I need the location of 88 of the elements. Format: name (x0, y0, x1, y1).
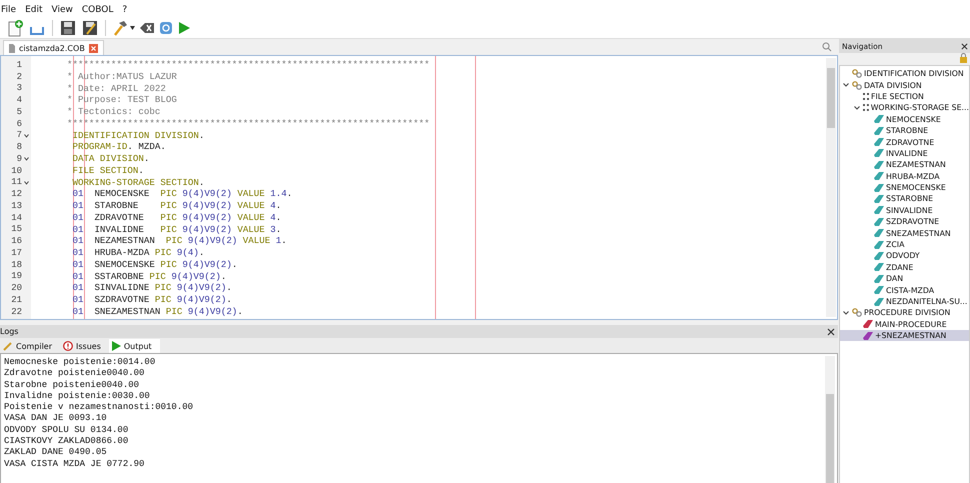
magnifier-icon[interactable] (822, 42, 832, 52)
play-icon (112, 341, 121, 351)
code-line: 01 HRUBA-MZDA PIC 9(4). (72, 247, 204, 259)
code-line: 01 SINVALIDNE PIC 9(4)V9(2). (72, 282, 232, 294)
caret-icon (130, 26, 135, 30)
line-number: 10 (11, 166, 22, 176)
grid-dots-icon (863, 92, 869, 100)
chevron-down-icon[interactable] (843, 310, 849, 315)
gears-icon (852, 69, 862, 78)
lock-icon[interactable] (959, 53, 968, 63)
close-icon[interactable] (827, 328, 835, 336)
gears-icon (852, 80, 862, 90)
build-dropdown[interactable] (112, 19, 135, 37)
close-icon[interactable] (961, 42, 968, 50)
code-line: WORKING-STORAGE SECTION. (72, 176, 204, 188)
line-number: 22 (11, 306, 22, 317)
line-number: 3 (16, 83, 22, 94)
line-number: 19 (11, 271, 22, 282)
code-line: IDENTIFICATION DIVISION. (72, 130, 204, 142)
run-icon[interactable] (177, 21, 191, 35)
line-number: 5 (16, 106, 22, 117)
output-line: CIASTKOVY ZAKLAD0866.00 (4, 436, 130, 448)
output-line: VASA DAN JE 0093.10 (4, 413, 108, 425)
line-number: 12 (11, 189, 22, 200)
code-line: 01 SNEZAMESTNAN PIC 9(4)V9(2). (72, 306, 243, 318)
code-line: 01 NEZAMESTNAN PIC 9(4)V9(2) VALUE 1. (72, 235, 287, 247)
code-line: 01 NEMOCENSKE PIC 9(4)V9(2) VALUE 1.4. (72, 188, 292, 200)
line-number: 11 (11, 177, 22, 188)
line-number: 7 (16, 130, 22, 140)
line-number: 17 (11, 248, 22, 258)
line-number: 6 (16, 118, 22, 129)
output-line: Nemocneske poistenie:0014.00 (4, 357, 156, 368)
line-number: 21 (11, 294, 22, 305)
line-number: 4 (16, 95, 22, 106)
code-line: ****************************************************************** (66, 59, 430, 71)
line-number: 20 (11, 283, 22, 294)
log-tab[interactable]: Compiler (0, 339, 60, 353)
menu-item[interactable]: File (1, 5, 16, 15)
code-line: DATA DIVISION. (72, 153, 150, 165)
line-number: 15 (11, 224, 22, 234)
menu-item[interactable]: Edit (25, 5, 42, 15)
output-line: VASA CISTA MZDA JE 0772.90 (4, 458, 146, 470)
chevron-down-icon[interactable] (843, 83, 849, 88)
line-number: 8 (16, 142, 22, 152)
output-line: ZAKLAD DANE 0490.05 (4, 447, 108, 459)
hammer-icon (112, 19, 128, 37)
output-line: Invalidne poistenie:0030.00 (4, 390, 151, 402)
output-line: Zdravotne poistenie0040.00 (4, 368, 146, 380)
line-number: 1 (16, 60, 22, 70)
menu-item[interactable]: ? (122, 5, 128, 15)
line-number: 16 (11, 236, 22, 246)
code-line: FILE SECTION. (72, 164, 144, 176)
code-line: 01 INVALIDNE PIC 9(4)V9(2) VALUE 3. (72, 224, 282, 236)
code-line: 01 ZDRAVOTNE PIC 9(4)V9(2) VALUE 4. (72, 212, 282, 224)
line-number: 18 (11, 260, 22, 270)
new-file-icon[interactable] (6, 19, 24, 37)
gears-icon (852, 308, 862, 318)
output-line: Starobne poistenie0040.00 (4, 380, 140, 391)
clear-icon[interactable] (139, 21, 155, 35)
fold-chevron-icon[interactable] (24, 157, 29, 161)
grid-dots-icon (862, 104, 869, 112)
code-line: 01 SSTAROBNE PIC 9(4)V9(2). (72, 270, 226, 282)
file-tab[interactable]: cistamzda2.COB (3, 40, 104, 55)
line-number: 14 (11, 212, 22, 223)
output-line: ODVODY SPOLU SU 0134.00 (4, 424, 130, 436)
output-line: Poistenie v nezamestnanosti:0010.00 (4, 402, 194, 414)
scrollbar[interactable] (825, 356, 835, 483)
chevron-down-icon[interactable] (854, 106, 860, 110)
fold-chevron-icon[interactable] (24, 180, 29, 184)
line-number: 13 (11, 200, 22, 211)
fold-chevron-icon[interactable] (24, 134, 29, 138)
code-line: 01 SZDRAVOTNE PIC 9(4)V9(2). (72, 294, 232, 306)
code-line: 01 SNEMOCENSKE PIC 9(4)V9(2). (72, 258, 238, 270)
menu-item[interactable]: View (52, 5, 73, 15)
line-number: 2 (16, 72, 22, 82)
file-icon (9, 44, 15, 52)
warning-icon (63, 341, 74, 351)
pencil-icon (3, 341, 13, 351)
save-all-icon[interactable] (81, 19, 99, 37)
file-tab-label: cistamzda2.COB (19, 44, 85, 52)
code-line: 01 STAROBNE PIC 9(4)V9(2) VALUE 4. (72, 200, 282, 212)
log-tab[interactable]: Issues (60, 339, 109, 353)
menu-item[interactable]: COBOL (82, 5, 114, 15)
log-tab[interactable]: Output (108, 339, 160, 353)
panel-title: Logs (0, 327, 18, 336)
scrollbar[interactable] (826, 58, 836, 317)
code-line: PROGRAM-ID. MZDA. (72, 141, 166, 153)
line-number: 9 (16, 154, 22, 164)
